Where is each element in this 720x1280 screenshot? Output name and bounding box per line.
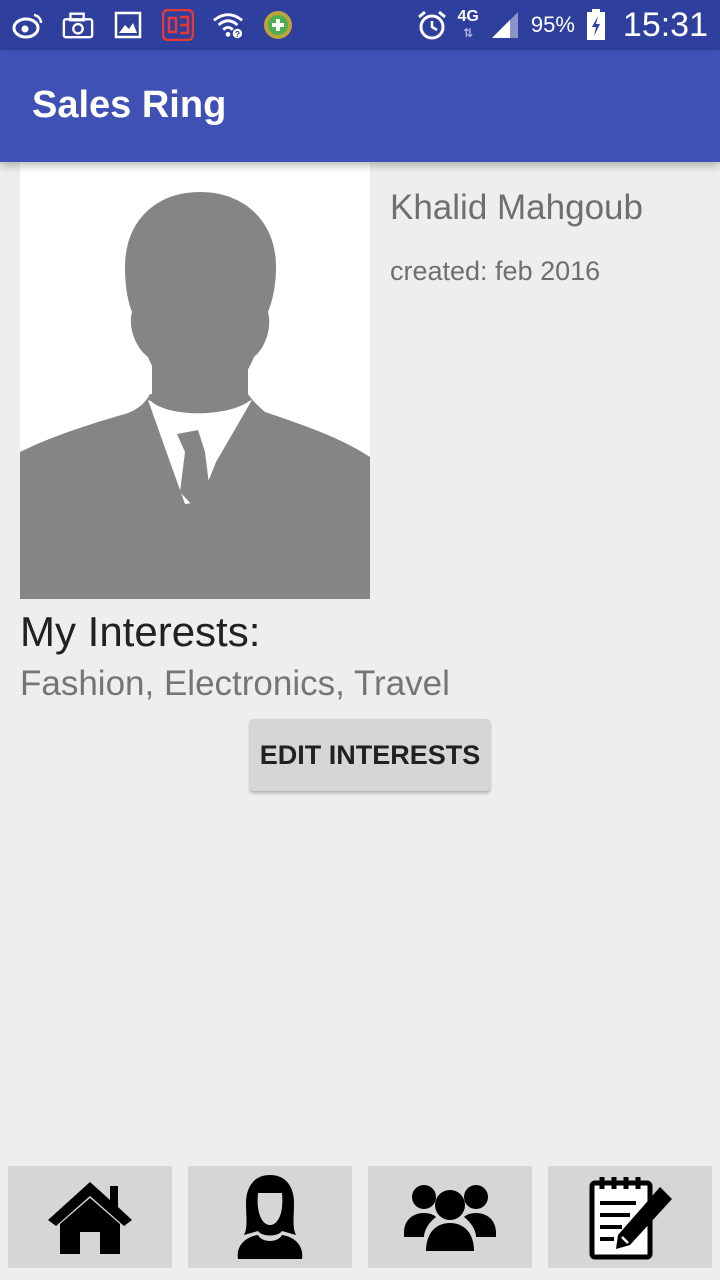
camera-icon (62, 9, 94, 41)
interests-list: Fashion, Electronics, Travel (20, 664, 450, 703)
svg-text:?: ? (235, 29, 240, 39)
notes-edit-icon (589, 1177, 672, 1260)
system-status: 4G ⇅ 95% 15:31 (416, 6, 708, 44)
signal-icon (489, 9, 521, 41)
nav-home-button[interactable] (8, 1166, 172, 1268)
app-bar: Sales Ring (0, 50, 720, 162)
clock: 15:31 (622, 5, 708, 44)
home-icon (48, 1182, 132, 1254)
nav-group-button[interactable] (368, 1166, 532, 1268)
plus-app-icon (262, 9, 294, 41)
interests-heading: My Interests: (20, 608, 261, 655)
created-date: created: feb 2016 (390, 256, 601, 286)
bottom-navigation (0, 1166, 720, 1268)
weibo-icon (12, 9, 44, 41)
notification-icons: ? (12, 8, 294, 42)
battery-icon (585, 9, 607, 41)
nav-notes-button[interactable] (548, 1166, 712, 1268)
status-bar: ? 4G ⇅ 95% 15:31 (0, 0, 720, 50)
alarm-icon (416, 9, 448, 41)
nav-profile-button[interactable] (188, 1166, 352, 1268)
edit-interests-button[interactable]: EDIT INTERESTS (250, 719, 490, 791)
profile-icon (237, 1175, 303, 1259)
group-icon (404, 1185, 496, 1251)
person-silhouette-icon (20, 192, 370, 599)
app-icon (162, 9, 194, 41)
profile-name: Khalid Mahgoub (390, 188, 643, 227)
gallery-icon (112, 9, 144, 41)
profile-photo (20, 162, 370, 599)
app-title: Sales Ring (32, 84, 227, 126)
network-type: 4G ⇅ (457, 8, 479, 41)
battery-percent: 95% (530, 12, 575, 37)
wifi-icon: ? (212, 9, 244, 41)
